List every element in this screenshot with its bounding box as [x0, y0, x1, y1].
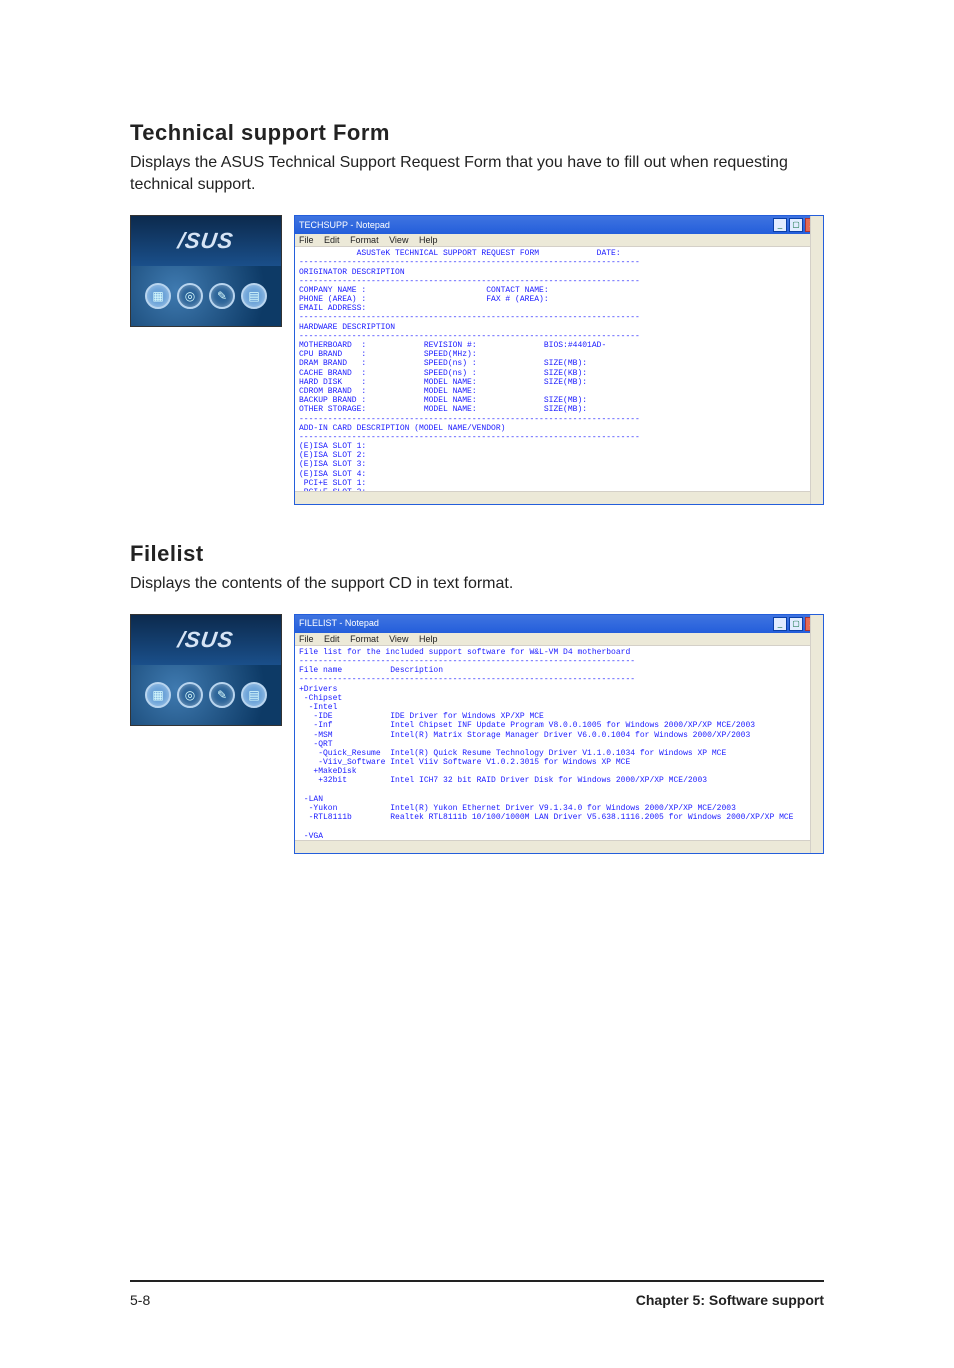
- tech-screenshot-row: /SUS ▦ ◎ ✎ ▤ TECHSUPP - Notepad _ ▢ X Fi…: [130, 215, 824, 505]
- notepad-statusbar: [295, 840, 823, 853]
- target-icon: ◎: [177, 682, 203, 708]
- menu-format[interactable]: Format: [350, 235, 379, 245]
- minimize-button[interactable]: _: [773, 218, 787, 232]
- maximize-button[interactable]: ▢: [789, 617, 803, 631]
- menu-edit[interactable]: Edit: [324, 235, 340, 245]
- tech-lead: Displays the ASUS Technical Support Requ…: [130, 152, 824, 197]
- menu-help[interactable]: Help: [419, 235, 438, 245]
- asus-menu-thumb: /SUS ▦ ◎ ✎ ▤: [130, 215, 282, 327]
- notepad-statusbar: [295, 491, 823, 504]
- filelist-lead: Displays the contents of the support CD …: [130, 573, 824, 595]
- close-button[interactable]: X: [805, 218, 819, 232]
- doc-icon: ▤: [241, 682, 267, 708]
- filelist-screenshot-row: /SUS ▦ ◎ ✎ ▤ FILELIST - Notepad _ ▢ X Fi…: [130, 614, 824, 854]
- filelist-text[interactable]: File list for the included support softw…: [295, 646, 823, 840]
- doc-icon: ▤: [241, 283, 267, 309]
- asus-logo-text: /SUS: [176, 228, 235, 254]
- minimize-button[interactable]: _: [773, 617, 787, 631]
- tech-title: Technical support Form: [130, 120, 824, 146]
- grid-icon: ▦: [145, 283, 171, 309]
- menu-file[interactable]: File: [299, 235, 314, 245]
- wrench-icon: ✎: [209, 682, 235, 708]
- notepad-title-text: FILELIST - Notepad: [299, 618, 379, 628]
- wrench-icon: ✎: [209, 283, 235, 309]
- filelist-title: Filelist: [130, 541, 824, 567]
- target-icon: ◎: [177, 283, 203, 309]
- menu-edit[interactable]: Edit: [324, 634, 340, 644]
- grid-icon: ▦: [145, 682, 171, 708]
- asus-logo-text: /SUS: [176, 627, 235, 653]
- techsupp-text[interactable]: ASUSTeK TECHNICAL SUPPORT REQUEST FORM D…: [295, 247, 823, 491]
- notepad-title-text: TECHSUPP - Notepad: [299, 220, 390, 230]
- filelist-notepad-window: FILELIST - Notepad _ ▢ X File Edit Forma…: [294, 614, 824, 854]
- menu-file[interactable]: File: [299, 634, 314, 644]
- chapter-label: Chapter 5: Software support: [636, 1292, 824, 1308]
- notepad-menubar[interactable]: File Edit Format View Help: [295, 633, 823, 646]
- notepad-titlebar: TECHSUPP - Notepad _ ▢ X: [295, 216, 823, 234]
- close-button[interactable]: X: [805, 617, 819, 631]
- page-number: 5-8: [130, 1292, 150, 1308]
- notepad-titlebar: FILELIST - Notepad _ ▢ X: [295, 615, 823, 633]
- menu-format[interactable]: Format: [350, 634, 379, 644]
- asus-menu-thumb: /SUS ▦ ◎ ✎ ▤: [130, 614, 282, 726]
- menu-view[interactable]: View: [389, 634, 408, 644]
- maximize-button[interactable]: ▢: [789, 218, 803, 232]
- techsupp-notepad-window: TECHSUPP - Notepad _ ▢ X File Edit Forma…: [294, 215, 824, 505]
- menu-help[interactable]: Help: [419, 634, 438, 644]
- menu-view[interactable]: View: [389, 235, 408, 245]
- notepad-menubar[interactable]: File Edit Format View Help: [295, 234, 823, 247]
